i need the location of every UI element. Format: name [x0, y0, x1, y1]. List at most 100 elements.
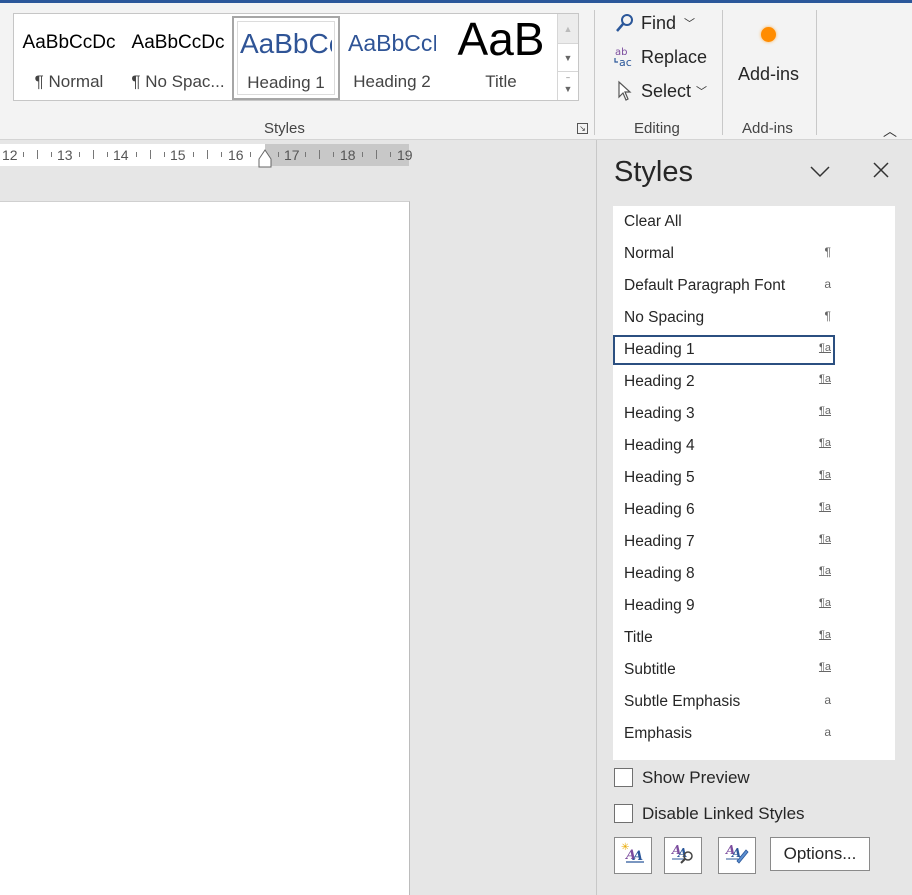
ruler-tick — [362, 152, 363, 157]
right-indent-marker[interactable] — [258, 148, 272, 168]
style-name: Clear All — [624, 213, 682, 230]
linked-style-icon: ¶a — [818, 629, 831, 641]
manage-styles-icon: AA — [724, 841, 750, 870]
ruler-tick — [333, 152, 334, 157]
style-name: Heading 6 — [624, 501, 695, 518]
horizontal-ruler[interactable]: 12 13 14 15 16 17 18 19 — [0, 144, 413, 166]
style-item-heading-8[interactable]: Heading 8 ¶a — [613, 559, 835, 589]
chevron-down-icon: ﹀ — [696, 86, 708, 98]
linked-style-icon: ¶a — [818, 405, 831, 417]
style-item-heading-1[interactable]: Heading 1 ¶a — [613, 335, 835, 365]
linked-style-icon: ¶a — [818, 501, 831, 513]
select-label: Select — [641, 80, 692, 101]
style-name: Heading 9 — [624, 597, 695, 614]
style-preview: AaB — [457, 14, 545, 65]
gallery-style-title[interactable]: AaB Title — [444, 14, 558, 100]
disable-linked-styles-checkbox[interactable] — [614, 804, 633, 823]
new-style-button[interactable]: ✳ A A — [614, 837, 652, 874]
style-item-heading-2[interactable]: Heading 2 ¶a — [613, 367, 835, 397]
style-item-subtle-emphasis[interactable]: Subtle Emphasis a — [613, 687, 835, 717]
style-preview: AaBbCcDc — [22, 32, 116, 53]
style-name: Subtitle — [624, 661, 676, 678]
ruler-number: 12 — [2, 147, 18, 163]
style-item-heading-4[interactable]: Heading 4 ¶a — [613, 431, 835, 461]
launcher-arrow-icon: ↘ — [579, 124, 586, 133]
ruler-number: 15 — [170, 147, 186, 163]
select-button[interactable]: Select ﹀ — [613, 77, 707, 105]
linked-style-icon: ¶a — [818, 565, 831, 577]
style-item-heading-9[interactable]: Heading 9 ¶a — [613, 591, 835, 621]
style-item-heading-7[interactable]: Heading 7 ¶a — [613, 527, 835, 557]
ruler-tick — [23, 152, 24, 157]
document-page[interactable] — [0, 201, 410, 895]
linked-style-icon: ¶a — [818, 342, 831, 354]
ruler-number: 16 — [228, 147, 244, 163]
ruler-tick — [150, 150, 151, 159]
disable-linked-styles-label[interactable]: Disable Linked Styles — [642, 804, 805, 824]
style-item-heading-3[interactable]: Heading 3 ¶a — [613, 399, 835, 429]
style-item-no-spacing[interactable]: No Spacing ¶ — [613, 303, 835, 333]
linked-style-icon: ¶a — [818, 437, 831, 449]
gallery-style-no-spacing[interactable]: AaBbCcDc ¶ No Spac... — [124, 14, 232, 100]
style-name: Heading 1 — [624, 341, 695, 358]
style-inspector-button[interactable]: AA — [664, 837, 702, 874]
show-preview-label[interactable]: Show Preview — [642, 768, 750, 788]
ruler-tick — [250, 152, 251, 157]
collapse-ribbon-icon[interactable]: ︿ — [883, 121, 897, 141]
gallery-style-normal[interactable]: AaBbCcDc ¶ Normal — [14, 14, 124, 100]
ruler-number: 19 — [397, 147, 413, 163]
ruler-tick — [193, 152, 194, 157]
editing-group-label: Editing — [634, 120, 680, 137]
style-item-emphasis[interactable]: Emphasis a — [613, 719, 835, 749]
style-item-clear-all[interactable]: Clear All — [613, 207, 835, 237]
search-icon — [613, 13, 637, 33]
find-button[interactable]: Find ﹀ — [613, 9, 695, 37]
cursor-arrow-icon — [613, 80, 637, 102]
gallery-more-button[interactable]: ‾ ▼ — [557, 72, 578, 100]
style-label: ¶ No Spac... — [131, 72, 225, 91]
ruler-number: 18 — [340, 147, 356, 163]
styles-list[interactable]: Clear All Normal ¶ Default Paragraph Font… — [613, 206, 895, 760]
linked-style-icon: ¶a — [818, 533, 831, 545]
more-icon: ‾ ▼ — [563, 77, 573, 94]
style-item-heading-5[interactable]: Heading 5 ¶a — [613, 463, 835, 493]
gallery-style-heading-2[interactable]: AaBbCcD Heading 2 — [340, 14, 444, 100]
style-label: Heading 1 — [247, 73, 325, 92]
replace-button[interactable]: ab ac Replace — [613, 43, 707, 71]
group-separator — [816, 10, 817, 135]
options-button[interactable]: Options... — [770, 837, 870, 871]
style-item-normal[interactable]: Normal ¶ — [613, 239, 835, 269]
style-label: Title — [485, 72, 517, 91]
addins-icon[interactable] — [761, 27, 776, 42]
styles-gallery: AaBbCcDc ¶ Normal AaBbCcDc ¶ No Spac... … — [13, 13, 579, 101]
gallery-style-heading-1[interactable]: AaBbCc Heading 1 — [232, 16, 340, 100]
group-separator — [722, 10, 723, 135]
paragraph-style-icon: ¶ — [824, 309, 831, 323]
style-name: No Spacing — [624, 309, 705, 326]
ruler-tick — [37, 150, 38, 159]
pane-options-chevron-icon[interactable] — [809, 160, 831, 182]
paragraph-style-icon: ¶ — [824, 245, 831, 259]
style-name: Heading 2 — [624, 373, 695, 390]
style-item-heading-6[interactable]: Heading 6 ¶a — [613, 495, 835, 525]
manage-styles-button[interactable]: AA — [718, 837, 756, 874]
linked-style-icon: ¶a — [818, 597, 831, 609]
addins-group-label: Add-ins — [742, 120, 793, 137]
style-item-default-paragraph-font[interactable]: Default Paragraph Font a — [613, 271, 835, 301]
style-name: Title — [624, 629, 653, 646]
gallery-scroll-down-button[interactable]: ▼ — [557, 44, 578, 72]
show-preview-checkbox[interactable] — [614, 768, 633, 787]
style-name: Emphasis — [624, 725, 693, 742]
gallery-scroll-up-button[interactable]: ▲ — [557, 14, 578, 44]
addins-button[interactable]: Add-ins — [738, 64, 799, 85]
styles-pane-title: Styles — [614, 156, 693, 188]
ruler-tick — [319, 150, 320, 159]
styles-dialog-launcher[interactable]: ↘ — [577, 123, 588, 134]
ruler-tick — [221, 152, 222, 157]
style-name: Heading 4 — [624, 437, 695, 454]
style-name: Heading 3 — [624, 405, 695, 422]
character-style-icon: a — [824, 277, 831, 291]
style-item-title[interactable]: Title ¶a — [613, 623, 835, 653]
close-icon[interactable] — [871, 160, 891, 180]
style-item-subtitle[interactable]: Subtitle ¶a — [613, 655, 835, 685]
